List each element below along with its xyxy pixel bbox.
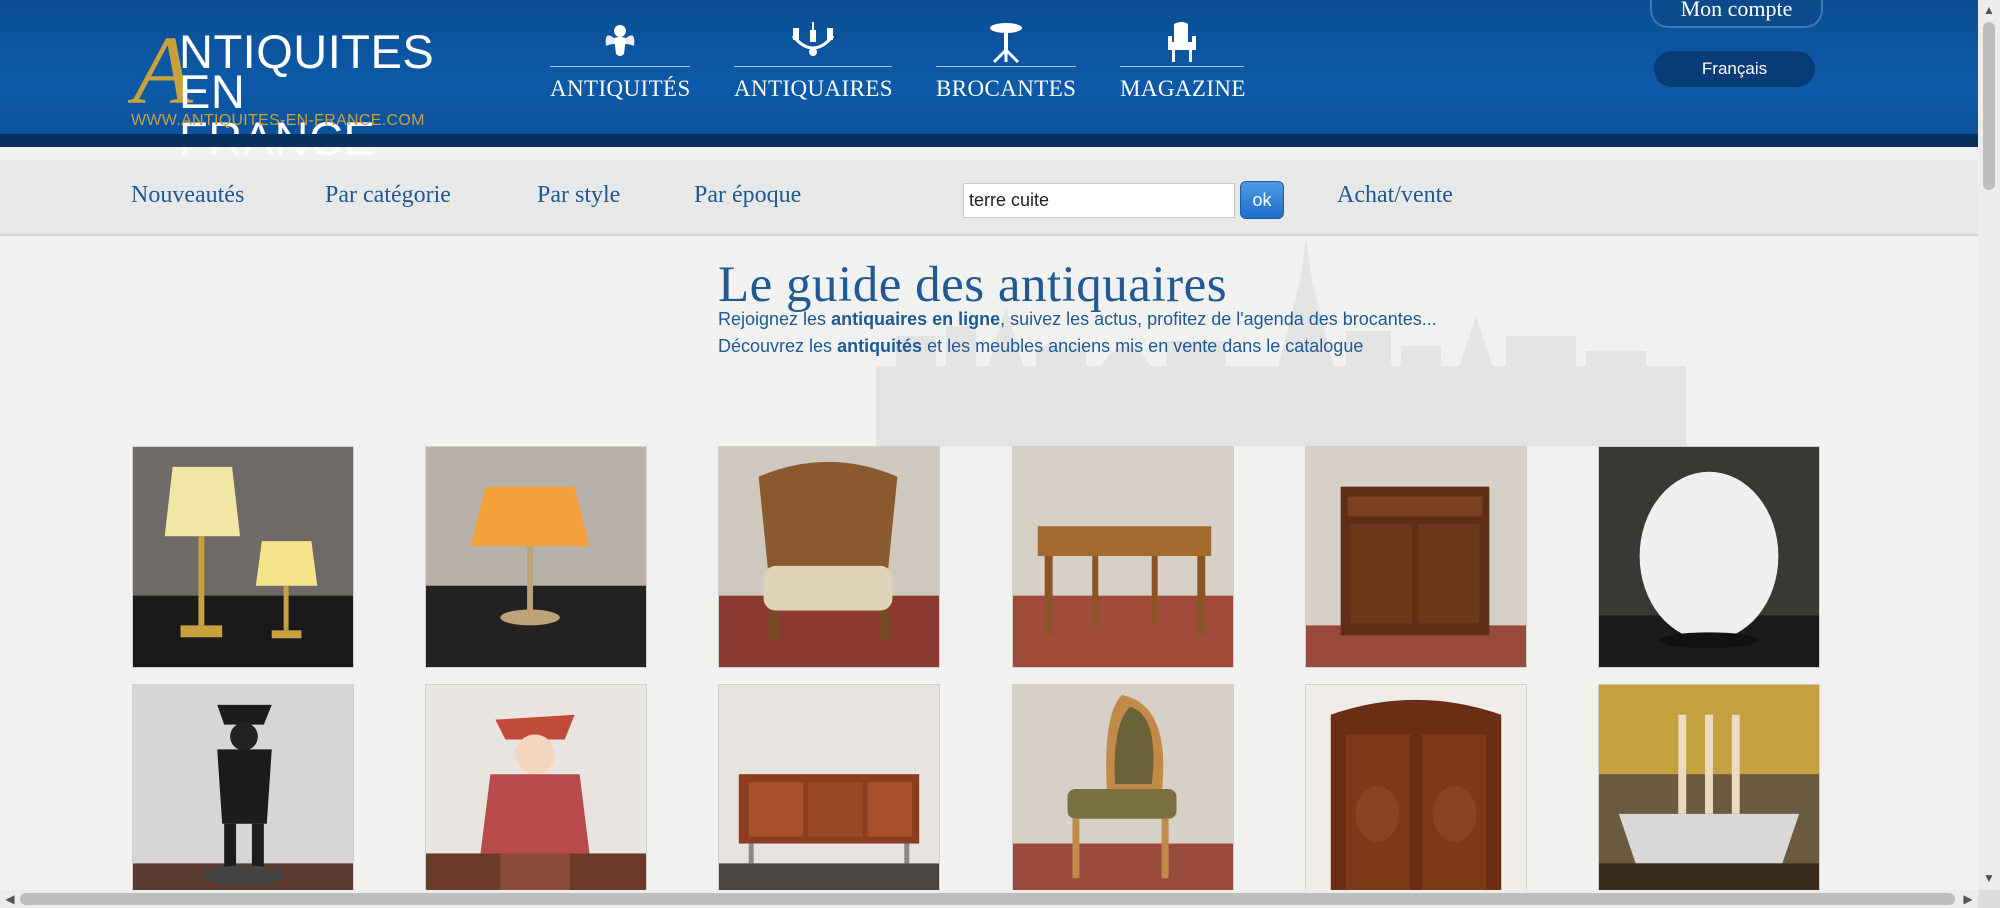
scroll-down-arrow-icon[interactable]: ▼ [1978,868,2000,888]
nav-label: MAGAZINE [1120,76,1246,101]
vertical-scroll-thumb[interactable] [1983,22,1995,190]
hero-intro-line-2: Découvrez les antiquités et les meubles … [718,336,1364,356]
language-button[interactable]: Français [1654,51,1815,87]
logo-url: WWW.ANTIQUITES-EN-FRANCE.COM [131,112,425,129]
account-button[interactable]: Mon compte [1650,0,1823,28]
scroll-left-arrow-icon[interactable]: ◀ [0,890,20,908]
product-thumbnail-orange-shade-lamp[interactable] [425,446,647,668]
horizontal-scrollbar[interactable]: ◀ ▶ [0,890,1978,908]
product-thumbnail-antique-doll-automaton[interactable] [425,684,647,906]
antiquaires-link[interactable]: antiquaires en ligne [831,309,1000,329]
search-ok-button[interactable]: ok [1240,181,1284,219]
product-thumbnail-wooden-cabinet[interactable] [1305,446,1527,668]
site-logo[interactable]: A NTIQUITES EN FRANCE WWW.ANTIQUITES-EN-… [131,22,436,162]
product-thumbnail-white-egg-lamp[interactable] [1598,446,1820,668]
nav-magazine[interactable]: MAGAZINE [1120,20,1246,110]
subnav-par-style[interactable]: Par style [537,182,620,209]
antiquites-link[interactable]: antiquités [837,336,922,356]
product-thumbnail-bronze-napoleon-statue[interactable] [132,684,354,906]
cherub-icon [550,20,690,66]
nav-antiquaires[interactable]: ANTIQUAIRES [734,20,893,110]
product-thumbnail-silver-candle-tray[interactable] [1598,684,1820,906]
main-nav: ANTIQUITÉS ANTIQUAIRES BROCANTES MAGAZIN… [550,20,1246,110]
subnav-achat-vente[interactable]: Achat/vente [1337,182,1453,209]
nav-brocantes[interactable]: BROCANTES [936,20,1076,110]
gueridon-table-icon [936,20,1076,66]
product-thumbnail-wooden-writing-desk[interactable] [1012,446,1234,668]
nav-label: ANTIQUITÉS [550,76,691,101]
vertical-scrollbar[interactable]: ▲ ▼ [1978,0,2000,890]
search-input[interactable]: terre cuite [963,183,1235,218]
nav-antiquites[interactable]: ANTIQUITÉS [550,20,690,110]
scrollbar-corner [1978,890,2000,908]
scroll-up-arrow-icon[interactable]: ▲ [1978,0,2000,20]
armchair-icon [1120,20,1244,66]
hero-intro-line-1: Rejoignez les antiquaires en ligne, suiv… [718,309,1437,329]
chandelier-icon [734,20,892,66]
subnav-nouveautes[interactable]: Nouveautés [131,182,244,209]
product-thumbnail-cane-back-armchair[interactable] [718,446,940,668]
horizontal-scroll-thumb[interactable] [20,893,1955,905]
subnav-par-epoque[interactable]: Par époque [694,182,801,209]
product-thumbnail-rosewood-sideboard[interactable] [718,684,940,906]
page-title: Le guide des antiquaires [718,257,1228,313]
nav-label: BROCANTES [936,76,1077,101]
nav-label: ANTIQUAIRES [734,76,893,101]
product-thumbnail-pair-of-brass-lamps[interactable] [132,446,354,668]
scroll-right-arrow-icon[interactable]: ▶ [1958,890,1978,908]
subnav-par-categorie[interactable]: Par catégorie [325,182,451,209]
product-thumbnail-carved-armoire[interactable] [1305,684,1527,906]
product-thumbnail-leather-armchair[interactable] [1012,684,1234,906]
sub-nav: Nouveautés Par catégorie Par style Par é… [0,160,1978,236]
site-header: A NTIQUITES EN FRANCE WWW.ANTIQUITES-EN-… [0,0,1978,162]
